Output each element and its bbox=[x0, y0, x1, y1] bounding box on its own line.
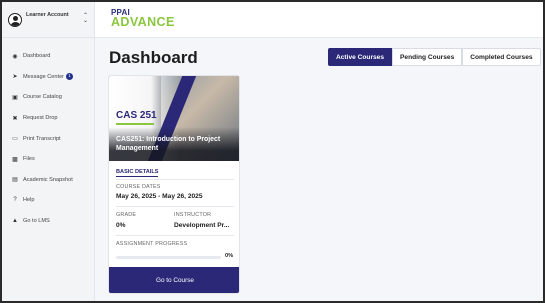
sidebar-item-label: Files bbox=[23, 156, 35, 163]
sidebar-item-academic-snapshot[interactable]: ▤ Academic Snapshot bbox=[2, 170, 95, 191]
gauge-icon: ◉ bbox=[12, 53, 18, 60]
sidebar-nav: ◉ Dashboard ➤ Message Center 1 ▣ Course … bbox=[2, 46, 95, 231]
course-code-underline bbox=[116, 123, 154, 125]
assignment-progress-percent: 0% bbox=[225, 253, 234, 259]
course-dates-label: COURSE DATES bbox=[116, 184, 161, 190]
sidebar-item-label: Help bbox=[23, 197, 35, 204]
question-icon: ? bbox=[13, 197, 17, 204]
go-to-course-button[interactable]: Go to Course bbox=[109, 267, 239, 293]
sidebar-item-label: Message Center bbox=[23, 73, 65, 80]
instructor-value: Development Pr... bbox=[174, 222, 230, 229]
page-title: Dashboard bbox=[109, 48, 198, 67]
sidebar-item-help[interactable]: ? Help bbox=[2, 190, 95, 211]
divider bbox=[116, 235, 234, 236]
paper-plane-icon: ➤ bbox=[12, 74, 18, 81]
sidebar-item-label: Request Drop bbox=[23, 115, 58, 122]
main-content: Dashboard Active Courses Pending Courses… bbox=[95, 38, 543, 301]
chevron-up-down-icon: ⌃ ⌄ bbox=[82, 13, 88, 24]
app-window: Learner Account ⌃ ⌄ ◉ Dashboard ➤ Message… bbox=[0, 0, 545, 303]
assignment-progress-bar bbox=[116, 256, 221, 259]
document-icon: ▭ bbox=[12, 136, 18, 143]
account-switcher[interactable]: Learner Account ⌃ ⌄ bbox=[2, 2, 95, 38]
sidebar-item-print-transcript[interactable]: ▭ Print Transcript bbox=[2, 128, 95, 149]
course-dates-value: May 26, 2025 - May 26, 2025 bbox=[116, 193, 203, 200]
assignment-progress-label: ASSIGNMENT PROGRESS bbox=[116, 241, 188, 247]
sidebar-item-message-center[interactable]: ➤ Message Center 1 bbox=[2, 67, 95, 88]
course-card: CAS 251 CAS251: Introduction to Project … bbox=[108, 75, 240, 294]
file-icon: ▩ bbox=[12, 156, 18, 163]
course-hero-image: CAS 251 CAS251: Introduction to Project … bbox=[109, 76, 239, 161]
bar-chart-icon: ▤ bbox=[12, 177, 18, 184]
graduation-cap-icon: ▲ bbox=[12, 218, 18, 225]
sidebar-item-label: Print Transcript bbox=[23, 135, 61, 142]
divider bbox=[116, 179, 234, 180]
sidebar: Learner Account ⌃ ⌄ ◉ Dashboard ➤ Message… bbox=[2, 2, 95, 301]
divider bbox=[116, 206, 234, 207]
sidebar-item-course-catalog[interactable]: ▣ Course Catalog bbox=[2, 87, 95, 108]
sidebar-item-label: Course Catalog bbox=[23, 94, 62, 101]
course-tabs: Active Courses Pending Courses Completed… bbox=[328, 48, 541, 66]
sidebar-item-files[interactable]: ▩ Files bbox=[2, 149, 95, 170]
sidebar-item-go-to-lms[interactable]: ▲ Go to LMS bbox=[2, 211, 95, 232]
instructor-label: INSTRUCTOR bbox=[174, 212, 212, 218]
grade-label: GRADE bbox=[116, 212, 137, 218]
x-icon: ✖ bbox=[12, 115, 18, 122]
cart-icon: ▣ bbox=[12, 94, 18, 101]
ppai-advance-logo[interactable]: PPAI ADVANCE bbox=[111, 8, 175, 32]
account-label: Learner Account bbox=[26, 11, 69, 18]
course-title: CAS251: Introduction to Project Manageme… bbox=[116, 136, 221, 152]
unread-badge: 1 bbox=[66, 73, 74, 81]
course-code: CAS 251 bbox=[116, 110, 157, 121]
sidebar-item-dashboard[interactable]: ◉ Dashboard bbox=[2, 46, 95, 67]
user-icon bbox=[8, 12, 22, 27]
sidebar-item-label: Dashboard bbox=[23, 53, 51, 60]
sidebar-item-label: Go to LMS bbox=[23, 218, 50, 225]
grade-value: 0% bbox=[116, 222, 126, 229]
tab-completed-courses[interactable]: Completed Courses bbox=[462, 48, 541, 66]
sidebar-item-label: Academic Snapshot bbox=[23, 176, 73, 183]
header: PPAI ADVANCE bbox=[95, 2, 543, 38]
tab-pending-courses[interactable]: Pending Courses bbox=[392, 48, 463, 66]
sidebar-item-request-drop[interactable]: ✖ Request Drop bbox=[2, 108, 95, 129]
basic-details-heading: BASIC DETAILS bbox=[116, 169, 159, 177]
logo-line-2: ADVANCE bbox=[111, 15, 175, 29]
tab-active-courses[interactable]: Active Courses bbox=[328, 48, 393, 66]
